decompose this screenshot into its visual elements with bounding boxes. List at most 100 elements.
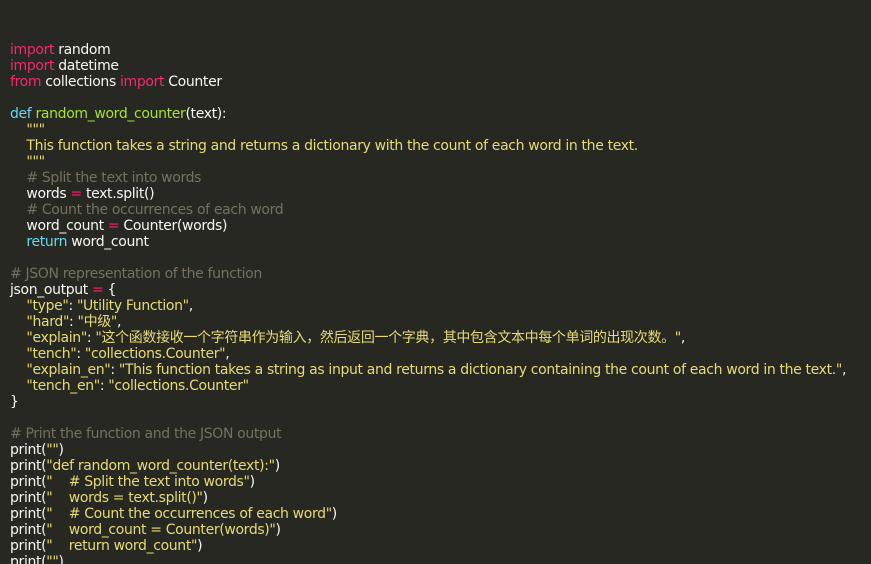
- code-token-plain: ,: [841, 362, 847, 378]
- code-token-string: "tench_en": [26, 378, 100, 394]
- code-line[interactable]: import random: [10, 42, 871, 58]
- code-token-string: " # Split the text into words": [46, 474, 250, 490]
- code-token-string: "": [46, 554, 59, 564]
- code-line[interactable]: "explain_en": "This function takes a str…: [10, 362, 871, 378]
- code-token-string: "Utility Function": [76, 298, 189, 314]
- code-token-plain: ): [58, 442, 64, 458]
- code-token-comment: # JSON representation of the function: [10, 266, 262, 282]
- code-line[interactable]: print(" return word_count"): [10, 538, 871, 554]
- code-token-plain: ,: [225, 346, 230, 362]
- code-line[interactable]: print(""): [10, 442, 871, 458]
- code-token-string: "explain": [26, 330, 87, 346]
- code-token-string: " # Count the occurrences of each word": [46, 506, 332, 522]
- code-line[interactable]: print(" words = text.split()"): [10, 490, 871, 506]
- code-token-string: " words = text.split()": [46, 490, 203, 506]
- code-line[interactable]: # Count the occurrences of each word: [10, 202, 871, 218]
- code-token-comment: # Print the function and the JSON output: [10, 426, 282, 442]
- code-token-plain: word_count: [10, 218, 108, 234]
- code-token-plain: ): [197, 538, 203, 554]
- code-token-plain: :: [69, 314, 78, 330]
- code-line[interactable]: """: [10, 122, 871, 138]
- code-token-op: =: [70, 186, 82, 202]
- code-line[interactable]: # JSON representation of the function: [10, 266, 871, 282]
- code-line[interactable]: This function takes a string and returns…: [10, 138, 871, 154]
- code-token-comment: # Split the text into words: [10, 170, 202, 186]
- code-line[interactable]: json_output = {: [10, 282, 871, 298]
- code-token-string: " return word_count": [46, 538, 198, 554]
- code-line[interactable]: "tench": "collections.Counter",: [10, 346, 871, 362]
- code-line[interactable]: words = text.split(): [10, 186, 871, 202]
- code-token-plain: Counter: [164, 74, 222, 90]
- code-token-func: random_word_counter: [35, 106, 186, 122]
- code-token-plain: ): [58, 554, 64, 564]
- code-line[interactable]: ​: [10, 90, 871, 106]
- code-token-keyword: import: [10, 58, 55, 74]
- code-line[interactable]: ​: [10, 410, 871, 426]
- code-token-plain: word_count: [67, 234, 149, 250]
- code-token-string: "This function takes a string as input a…: [118, 362, 842, 378]
- code-body[interactable]: import random import datetime from collect…: [10, 42, 871, 564]
- code-line[interactable]: "type": "Utility Function",: [10, 298, 871, 314]
- code-token-plain: words: [10, 186, 71, 202]
- code-token-plain: print(: [10, 554, 47, 564]
- code-line[interactable]: print(" # Count the occurrences of each …: [10, 506, 871, 522]
- code-token-plain: print(: [10, 490, 47, 506]
- code-token-keyword: import: [120, 74, 165, 90]
- code-token-plain: :: [68, 298, 77, 314]
- code-token-plain: {: [103, 282, 117, 298]
- code-line[interactable]: """: [10, 154, 871, 170]
- code-token-string: "collections.Counter": [108, 378, 249, 394]
- code-token-comment: # Count the occurrences of each word: [10, 202, 284, 218]
- code-token-string: "tench": [26, 346, 77, 362]
- code-line[interactable]: print(""): [10, 554, 871, 564]
- code-token-string: "": [46, 442, 59, 458]
- code-token-plain: print(: [10, 506, 47, 522]
- code-line[interactable]: return word_count: [10, 234, 871, 250]
- code-token-string: "中级": [77, 314, 118, 330]
- code-editor[interactable]: import random import datetime from collect…: [0, 0, 871, 564]
- code-token-plain: text.split(): [81, 186, 155, 202]
- code-line[interactable]: }: [10, 394, 871, 410]
- code-token-plain: }: [10, 394, 19, 410]
- code-line[interactable]: import datetime: [10, 58, 871, 74]
- code-token-return: return: [26, 234, 68, 250]
- code-token-string: "这个函数接收一个字符串作为输入，然后返回一个字典，其中包含文本中每个单词的出现…: [95, 330, 681, 346]
- code-line[interactable]: print(" word_count = Counter(words)"): [10, 522, 871, 538]
- code-token-plain: datetime: [54, 58, 119, 74]
- code-token-plain: print(: [10, 458, 47, 474]
- code-line[interactable]: # Split the text into words: [10, 170, 871, 186]
- code-line[interactable]: def random_word_counter(text):: [10, 106, 871, 122]
- code-token-plain: ): [274, 458, 280, 474]
- code-token-plain: :: [110, 362, 119, 378]
- code-token-plain: Counter(words): [119, 218, 228, 234]
- code-token-plain: print(: [10, 474, 47, 490]
- code-token-op: =: [107, 218, 120, 234]
- code-token-op: =: [92, 282, 104, 298]
- code-line[interactable]: "hard": "中级",: [10, 314, 871, 330]
- code-token-keyword: import: [10, 42, 55, 58]
- code-token-string: This function takes a string and returns…: [10, 138, 638, 154]
- code-token-def: def: [10, 106, 32, 122]
- code-token-string: """: [10, 154, 45, 170]
- code-line[interactable]: from collections import Counter: [10, 74, 871, 90]
- code-line[interactable]: "tench_en": "collections.Counter": [10, 378, 871, 394]
- code-token-plain: ): [202, 490, 208, 506]
- code-line[interactable]: print("def random_word_counter(text):"): [10, 458, 871, 474]
- code-line[interactable]: "explain": "这个函数接收一个字符串作为输入，然后返回一个字典，其中包…: [10, 330, 871, 346]
- code-token-plain: (text):: [185, 106, 227, 122]
- code-token-plain: ,: [117, 314, 122, 330]
- code-token-string: """: [10, 122, 45, 138]
- code-line[interactable]: word_count = Counter(words): [10, 218, 871, 234]
- code-token-plain: :: [76, 346, 85, 362]
- code-line[interactable]: print(" # Split the text into words"): [10, 474, 871, 490]
- code-token-string: "def random_word_counter(text):": [46, 458, 275, 474]
- code-line[interactable]: # Print the function and the JSON output: [10, 426, 871, 442]
- code-line[interactable]: ​: [10, 250, 871, 266]
- code-token-string: "hard": [26, 314, 70, 330]
